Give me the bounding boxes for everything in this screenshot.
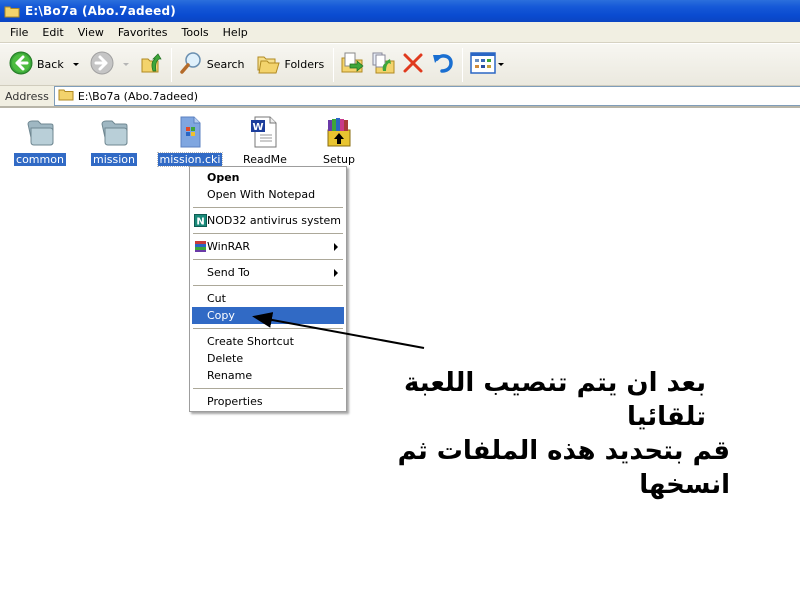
- ctx-nod32-label: NOD32 antivirus system: [207, 214, 341, 227]
- file-item-common[interactable]: common: [5, 115, 75, 166]
- address-value: E:\Bo7a (Abo.7adeed): [77, 89, 199, 103]
- menu-favorites[interactable]: Favorites: [111, 26, 175, 39]
- views-dropdown-icon[interactable]: [498, 63, 505, 66]
- word-document-icon: W: [248, 115, 282, 149]
- move-to-button[interactable]: [338, 48, 368, 82]
- ctx-open-with-notepad[interactable]: Open With Notepad: [192, 186, 344, 203]
- back-dropdown-icon[interactable]: [72, 63, 79, 66]
- ctx-delete[interactable]: Delete: [192, 350, 344, 367]
- title-bar: E:\Bo7a (Abo.7adeed): [0, 0, 800, 22]
- up-folder-icon: [140, 51, 164, 78]
- forward-icon: [90, 51, 114, 78]
- ctx-create-shortcut[interactable]: Create Shortcut: [192, 333, 344, 350]
- menu-tools[interactable]: Tools: [175, 26, 216, 39]
- back-icon: [9, 51, 33, 78]
- menu-separator: [193, 259, 343, 260]
- file-name: mission.cki: [156, 152, 224, 167]
- folders-icon: [257, 51, 281, 78]
- file-name: ReadMe: [243, 153, 287, 166]
- file-item-mission[interactable]: mission: [79, 115, 149, 166]
- delete-button[interactable]: [398, 48, 428, 82]
- folder-icon: [4, 5, 20, 18]
- file-item-readme[interactable]: W ReadMe: [230, 115, 300, 166]
- up-button[interactable]: [137, 48, 167, 82]
- folder-icon: [23, 115, 57, 149]
- ctx-nod32[interactable]: N NOD32 antivirus system: [192, 212, 344, 229]
- svg-text:W: W: [252, 122, 263, 133]
- folder-icon: [97, 115, 131, 149]
- move-to-icon: [341, 51, 365, 78]
- annotation-text: بعد ان يتم تنصيب اللعبة تلقائيا قم بتحدي…: [370, 366, 730, 502]
- annotation-line-2: قم بتحديد هذه الملفات ثم انسخها: [397, 436, 730, 500]
- file-name: Setup: [322, 153, 356, 166]
- annotation-line-1: بعد ان يتم تنصيب اللعبة تلقائيا: [403, 368, 706, 432]
- winrar-icon: [194, 240, 207, 253]
- window-title: E:\Bo7a (Abo.7adeed): [25, 4, 176, 18]
- toolbar-separator: [333, 47, 335, 82]
- ctx-winrar-label: WinRAR: [207, 240, 251, 253]
- ctx-open[interactable]: Open: [192, 169, 344, 186]
- folders-button[interactable]: Folders: [254, 48, 328, 82]
- copy-to-icon: [371, 51, 395, 78]
- toolbar-separator: [170, 47, 172, 82]
- windows-file-icon: [173, 115, 207, 149]
- search-label: Search: [206, 58, 245, 71]
- address-input[interactable]: E:\Bo7a (Abo.7adeed): [53, 86, 800, 106]
- menu-edit[interactable]: Edit: [35, 26, 70, 39]
- file-name: mission: [91, 153, 137, 166]
- toolbar: Back Search Folders: [0, 44, 800, 86]
- toolbar-separator: [462, 47, 464, 82]
- ctx-send-to-label: Send To: [207, 266, 250, 279]
- folder-icon: [58, 88, 74, 104]
- ctx-winrar[interactable]: WinRAR: [192, 238, 344, 255]
- menu-separator: [193, 285, 343, 286]
- search-button[interactable]: Search: [176, 48, 248, 82]
- address-bar: Address E:\Bo7a (Abo.7adeed): [0, 86, 800, 108]
- copy-to-button[interactable]: [368, 48, 398, 82]
- undo-icon: [431, 51, 455, 78]
- menu-view[interactable]: View: [71, 26, 111, 39]
- menu-file[interactable]: File: [3, 26, 35, 39]
- menu-help[interactable]: Help: [216, 26, 255, 39]
- submenu-arrow-icon: [334, 269, 338, 277]
- address-label: Address: [5, 89, 49, 103]
- svg-text:N: N: [196, 217, 204, 228]
- nod32-icon: N: [194, 214, 207, 228]
- menu-separator: [193, 207, 343, 208]
- menu-separator: [193, 328, 343, 329]
- views-icon: [470, 52, 496, 77]
- back-button[interactable]: Back: [6, 48, 67, 82]
- ctx-properties[interactable]: Properties: [192, 393, 344, 410]
- ctx-copy[interactable]: Copy: [192, 307, 344, 324]
- search-icon: [179, 51, 203, 78]
- ctx-cut[interactable]: Cut: [192, 290, 344, 307]
- forward-button[interactable]: [87, 48, 117, 82]
- ctx-rename[interactable]: Rename: [192, 367, 344, 384]
- file-name: common: [14, 153, 66, 166]
- submenu-arrow-icon: [334, 243, 338, 251]
- file-item-setup[interactable]: Setup: [304, 115, 374, 166]
- delete-icon: [401, 51, 425, 78]
- menu-bar: File Edit View Favorites Tools Help: [0, 22, 800, 43]
- ctx-send-to[interactable]: Send To: [192, 264, 344, 281]
- file-item-mission-cki[interactable]: mission.cki: [155, 115, 225, 167]
- views-button[interactable]: [467, 48, 507, 82]
- winrar-installer-icon: [322, 115, 356, 149]
- back-label: Back: [37, 58, 64, 71]
- context-menu: Open Open With Notepad N NOD32 antivirus…: [189, 166, 347, 412]
- undo-button[interactable]: [428, 48, 458, 82]
- forward-dropdown-icon[interactable]: [122, 63, 129, 66]
- menu-separator: [193, 233, 343, 234]
- file-list-view: common mission mission.cki W ReadMe Setu…: [0, 110, 800, 600]
- folders-label: Folders: [284, 58, 325, 71]
- menu-separator: [193, 388, 343, 389]
